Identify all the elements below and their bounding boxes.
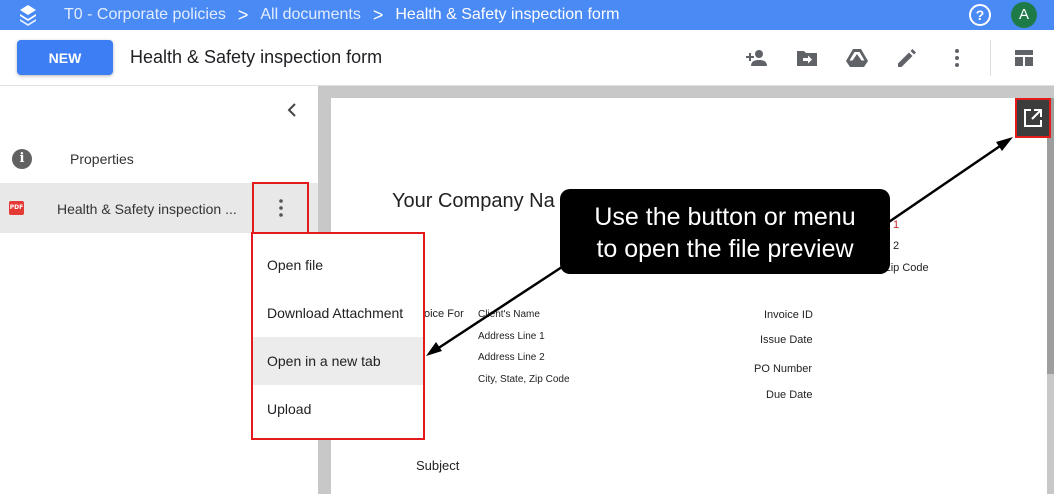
- address-fragment: 2: [893, 240, 900, 252]
- breadcrumb-item-workspace[interactable]: T0 - Corporate policies: [64, 6, 226, 24]
- client-name: Client's Name: [478, 309, 540, 320]
- menu-item-open-file[interactable]: Open file: [253, 241, 423, 289]
- app-logo-icon[interactable]: [18, 4, 38, 26]
- invoice-id-label: Invoice ID: [764, 309, 813, 321]
- file-name-label: Health & Safety inspection ...: [57, 201, 237, 217]
- callout-line-2: to open the file preview: [596, 235, 854, 263]
- po-number-label: PO Number: [754, 363, 813, 375]
- open-in-new-window-button[interactable]: [1015, 98, 1051, 138]
- new-button[interactable]: NEW: [17, 40, 113, 75]
- callout-line-1: Use the button or menu: [594, 203, 856, 231]
- client-address-1: Address Line 1: [478, 331, 545, 342]
- breadcrumb-separator: >: [237, 4, 249, 25]
- toolbar: NEW Health & Safety inspection form: [0, 30, 1054, 86]
- due-date-label: Due Date: [766, 389, 813, 401]
- breadcrumb-separator: >: [372, 4, 384, 25]
- edit-pencil-icon[interactable]: [895, 46, 919, 70]
- file-context-menu: Open file Download Attachment Open in a …: [251, 232, 425, 440]
- breadcrumb-item-current: Health & Safety inspection form: [395, 6, 620, 23]
- more-vert-icon[interactable]: [945, 46, 969, 70]
- annotation-callout: Use the button or menu to open the file …: [560, 189, 890, 274]
- menu-item-upload[interactable]: Upload: [253, 385, 423, 433]
- address-fragment: 1: [893, 219, 900, 231]
- top-bar: T0 - Corporate policies > All documents …: [0, 0, 1054, 30]
- document-page: [331, 98, 1047, 494]
- file-more-button[interactable]: [252, 182, 309, 235]
- invoice-for-label: oice For: [424, 308, 464, 320]
- layout-icon[interactable]: [1012, 46, 1036, 70]
- open-external-icon: [1024, 109, 1042, 127]
- address-fragment: Zip Code: [884, 262, 929, 274]
- breadcrumb: T0 - Corporate policies > All documents …: [64, 0, 619, 30]
- more-vert-icon: [279, 199, 283, 217]
- toolbar-divider: [990, 40, 991, 76]
- add-person-icon[interactable]: [745, 46, 769, 70]
- menu-item-open-in-new-tab[interactable]: Open in a new tab: [253, 337, 423, 385]
- help-icon[interactable]: ?: [969, 4, 991, 26]
- page-title: Health & Safety inspection form: [130, 47, 383, 67]
- client-city: City, State, Zip Code: [478, 374, 570, 385]
- info-icon: i: [12, 149, 32, 169]
- move-to-folder-icon[interactable]: [795, 46, 819, 70]
- client-address-2: Address Line 2: [478, 352, 545, 363]
- drive-icon[interactable]: [845, 46, 869, 70]
- menu-item-download-attachment[interactable]: Download Attachment: [253, 289, 423, 337]
- company-name: Your Company Na: [392, 190, 555, 212]
- subject-label: Subject: [416, 458, 460, 473]
- avatar[interactable]: A: [1011, 2, 1037, 28]
- preview-scrollbar[interactable]: [1047, 98, 1054, 374]
- sidebar-item-properties[interactable]: Properties: [70, 151, 134, 167]
- pdf-file-icon: PDF: [9, 201, 24, 215]
- breadcrumb-item-all-documents[interactable]: All documents: [260, 6, 361, 24]
- chevron-left-icon[interactable]: [283, 100, 301, 120]
- issue-date-label: Issue Date: [760, 334, 813, 346]
